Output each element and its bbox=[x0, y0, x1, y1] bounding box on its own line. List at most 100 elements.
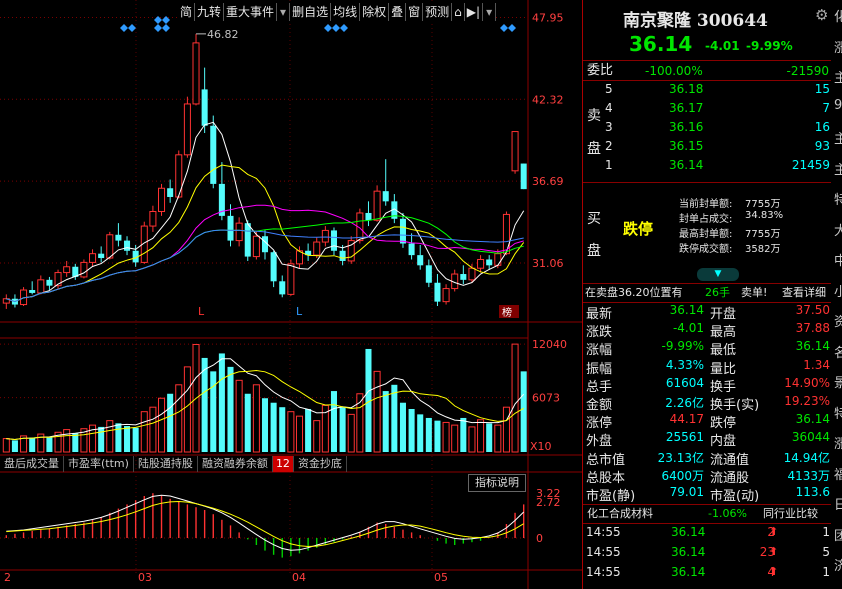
event-diamond-icon bbox=[508, 24, 516, 32]
stat-label: 流通股 bbox=[710, 470, 750, 486]
candle-body bbox=[399, 218, 406, 244]
sell-price: 36.15 bbox=[669, 139, 704, 153]
indicator-help-button[interactable]: 指标说明 bbox=[468, 474, 526, 492]
candle-body bbox=[460, 274, 467, 280]
candle-body bbox=[158, 187, 166, 213]
volume-bar bbox=[183, 366, 191, 453]
tab-pe-ttm[interactable]: 市盈率(ttm) bbox=[64, 456, 134, 472]
volume-bar bbox=[486, 423, 493, 452]
side-char: 涨 bbox=[834, 40, 842, 56]
stat-label: 量比 bbox=[710, 361, 737, 377]
volume-bar bbox=[210, 371, 217, 452]
x-tick-label: 04 bbox=[292, 571, 306, 584]
price-pct: -9.99% bbox=[746, 39, 793, 53]
tab-number-badge[interactable]: 12 bbox=[272, 456, 294, 472]
toolbar-window[interactable]: 窗 bbox=[406, 3, 424, 21]
volume-bar bbox=[227, 366, 234, 452]
candle-body bbox=[63, 266, 71, 274]
tick-price: 36.14 bbox=[671, 565, 706, 579]
tab-margin-balance[interactable]: 融资融券余额 bbox=[198, 456, 273, 472]
sell-level: 4 bbox=[605, 101, 613, 115]
candle-body bbox=[124, 240, 131, 251]
side-char: 名 bbox=[834, 345, 842, 361]
volume-unit-label: X10 bbox=[530, 440, 552, 453]
industry-compare-button[interactable]: 同行业比较 bbox=[763, 505, 818, 523]
event-diamond-icon bbox=[128, 24, 136, 32]
stat-value: 4133万 bbox=[787, 468, 830, 483]
stat-label: 最新 bbox=[586, 307, 613, 322]
candle-body bbox=[442, 288, 450, 303]
seal-value: 7755万 bbox=[745, 199, 781, 210]
weibi-pct: -100.00% bbox=[645, 64, 703, 78]
volume-bar bbox=[279, 407, 286, 452]
toolbar-forecast[interactable]: 预测 bbox=[423, 3, 453, 21]
lock-icon[interactable]: ⌂ bbox=[452, 3, 465, 21]
candle-body bbox=[29, 290, 36, 293]
event-diamond-icon bbox=[332, 24, 340, 32]
expand-toggle[interactable]: ▼ bbox=[697, 268, 739, 281]
candle-body bbox=[434, 282, 441, 302]
side-char: 9 bbox=[834, 97, 842, 113]
dropdown-icon[interactable]: ▾ bbox=[483, 3, 497, 21]
toolbar-simple[interactable]: 简 bbox=[178, 3, 196, 21]
chevron-down-icon[interactable]: ▾ bbox=[277, 3, 291, 21]
gear-icon[interactable]: ⚙ bbox=[815, 6, 828, 24]
toolbar-major-events[interactable]: 重大事件 bbox=[224, 3, 278, 21]
volume-bar bbox=[468, 426, 476, 453]
sell-volume: 16 bbox=[814, 120, 830, 134]
stat-label: 市盈(静) bbox=[586, 489, 636, 504]
candle-body bbox=[89, 253, 97, 263]
seal-value: 34.83% bbox=[745, 210, 784, 221]
limit-down-badge: 跌停 bbox=[623, 220, 654, 238]
x-tick-label: 2 bbox=[4, 571, 11, 584]
volume-bar bbox=[502, 406, 510, 453]
toolbar-jiuzhuan[interactable]: 九转 bbox=[195, 3, 225, 21]
event-diamond-icon bbox=[162, 24, 170, 32]
volume-bar bbox=[218, 353, 225, 452]
candle-body bbox=[270, 252, 277, 282]
stat-value: 23.13亿 bbox=[657, 450, 704, 465]
candle-body bbox=[46, 279, 53, 286]
side-char: 主 bbox=[834, 162, 842, 178]
candle-body bbox=[201, 89, 208, 126]
side-char: 福 bbox=[834, 467, 842, 483]
toolbar-moving-average[interactable]: 均线 bbox=[331, 3, 361, 21]
stat-value: 14.94亿 bbox=[783, 450, 830, 465]
toolbar-ex-rights[interactable]: 除权 bbox=[360, 3, 390, 21]
side-char: 景 bbox=[834, 376, 842, 391]
next-icon[interactable]: ▶| bbox=[465, 3, 484, 21]
sell-level: 1 bbox=[605, 158, 613, 172]
event-diamond-icon bbox=[500, 24, 508, 32]
toolbar-remove-watchlist[interactable]: 删自选 bbox=[290, 3, 332, 21]
toolbar-overlay[interactable]: 叠 bbox=[389, 3, 407, 21]
chart-toolbar: 简 九转 重大事件 ▾ 删自选 均线 除权 叠 窗 预测 ⌂ ▶| ▾ bbox=[178, 3, 497, 21]
view-detail-link[interactable]: 查看详细 bbox=[782, 284, 826, 302]
event-diamond-icon bbox=[340, 24, 348, 32]
k-line-chart[interactable]: 47.9542.3236.6931.06120406073X103.222.72… bbox=[0, 0, 582, 589]
stat-value: 37.50 bbox=[795, 303, 830, 317]
arrow-up-icon: ⬆ bbox=[769, 565, 779, 578]
side-char: 日 bbox=[834, 498, 842, 513]
volume-bar bbox=[442, 421, 450, 453]
stat-value: 79.01 bbox=[669, 485, 704, 499]
volume-bar bbox=[46, 436, 53, 452]
side-char: 特 bbox=[834, 193, 842, 208]
stat-value: 36044 bbox=[791, 430, 830, 445]
stat-label: 外盘 bbox=[586, 434, 613, 450]
stat-value: 1.34 bbox=[803, 357, 830, 372]
volume-bar bbox=[2, 438, 10, 453]
sell-level: 2 bbox=[605, 139, 613, 153]
stat-label: 最低 bbox=[710, 343, 737, 359]
tab-hk-connect[interactable]: 陆股通持股 bbox=[134, 456, 198, 472]
tab-capital-bottom[interactable]: 资金抄底 bbox=[294, 456, 347, 472]
stat-value: 44.17 bbox=[669, 412, 704, 427]
volume-bar bbox=[417, 414, 424, 452]
tab-after-hours-volume[interactable]: 盘后成交量 bbox=[0, 456, 64, 472]
volume-bar bbox=[252, 384, 260, 453]
chevron-down-icon: ▼ bbox=[714, 269, 722, 279]
industry-name[interactable]: 化工合成材料 bbox=[587, 505, 653, 523]
candle-body bbox=[287, 263, 295, 295]
x-tick-label: 05 bbox=[434, 571, 448, 584]
candle-body bbox=[252, 235, 260, 258]
seal-label: 当前封单额: bbox=[679, 199, 733, 210]
